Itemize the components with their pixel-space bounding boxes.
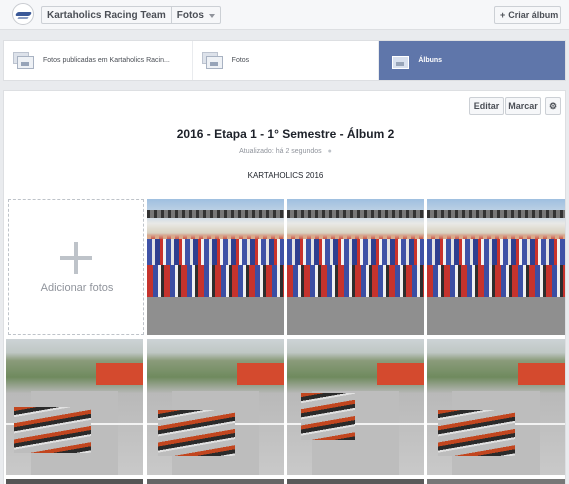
photo-thumbnail[interactable] (147, 199, 284, 335)
album-updated: Atualizado: há 2 segundos ● (4, 148, 567, 155)
tab-albums[interactable]: Álbuns (379, 41, 566, 80)
plus-icon: + (500, 10, 506, 20)
albums-tab-icon (388, 52, 410, 69)
tab-label: Fotos publicadas em Kartaholics Racin... (43, 57, 170, 64)
photo-thumbnail[interactable] (427, 479, 565, 484)
plus-icon (60, 242, 92, 274)
photo-thumbnail[interactable] (6, 339, 143, 475)
breadcrumb: Kartaholics Racing Team Fotos (41, 6, 221, 24)
photo-thumbnail[interactable] (427, 339, 565, 475)
tab-label: Álbuns (418, 57, 443, 64)
album-description: KARTAHOLICS 2016 (247, 171, 324, 180)
tab-photos[interactable]: Fotos (193, 41, 380, 80)
photo-thumbnail[interactable] (6, 479, 143, 484)
photo-thumbnail[interactable] (147, 479, 284, 484)
section-label: Fotos (176, 10, 204, 21)
photos-tab-icon (201, 52, 224, 69)
create-album-button[interactable]: + Criar álbum (494, 6, 561, 24)
edit-button[interactable]: Editar (469, 97, 504, 115)
gear-icon[interactable]: ⚙ (545, 97, 561, 115)
top-bar: Kartaholics Racing Team Fotos + Criar álb… (0, 0, 569, 30)
photo-thumbnail[interactable] (287, 339, 424, 475)
album-title: 2016 - Etapa 1 - 1° Semestre - Álbum 2 (176, 127, 395, 141)
tag-button[interactable]: Marcar (505, 97, 541, 115)
photo-thumbnail[interactable] (147, 339, 284, 475)
chevron-down-icon (208, 14, 215, 18)
album-panel: Editar Marcar ⚙ 2016 - Etapa 1 - 1° Seme… (3, 90, 566, 484)
page-avatar[interactable] (12, 3, 34, 25)
photo-tabs: Fotos publicadas em Kartaholics Racin...… (3, 40, 566, 81)
photo-thumbnail[interactable] (287, 479, 424, 484)
create-album-label: Criar álbum (508, 10, 559, 20)
photo-thumbnail[interactable] (427, 199, 565, 335)
add-photos-tile[interactable]: Adicionar fotos (8, 199, 144, 335)
page-name-link[interactable]: Kartaholics Racing Team (42, 7, 172, 23)
updated-text: Atualizado: há 2 segundos (239, 148, 322, 155)
photos-tab-icon (13, 52, 35, 69)
tab-photos-of-page[interactable]: Fotos publicadas em Kartaholics Racin... (4, 41, 193, 80)
add-photos-label: Adicionar fotos (40, 282, 114, 294)
tab-label: Fotos (231, 57, 250, 64)
section-dropdown[interactable]: Fotos (172, 7, 220, 23)
photo-thumbnail[interactable] (287, 199, 424, 335)
globe-icon: ● (327, 148, 332, 155)
